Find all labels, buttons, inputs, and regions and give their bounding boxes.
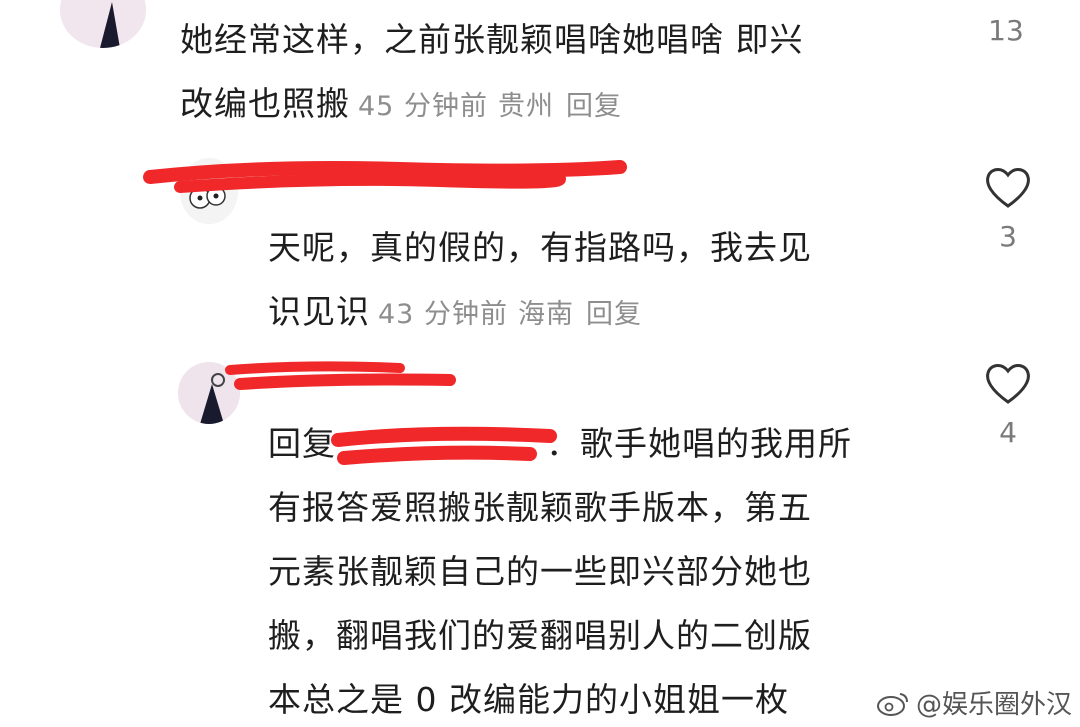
avatar-image — [178, 362, 240, 424]
comment-text-line-2: 改编也照搬 — [180, 84, 350, 123]
comment-text-line: 元素张靓颖自己的一些即兴部分她也 — [268, 552, 812, 591]
like-count: 3 — [999, 220, 1017, 253]
avatar-image — [60, 0, 146, 48]
avatar[interactable] — [178, 362, 240, 424]
heart-icon — [986, 168, 1030, 208]
comment-location: 贵州 — [497, 91, 554, 122]
like-count: 4 — [999, 416, 1017, 449]
like-button[interactable]: 4 — [978, 360, 1038, 449]
comment-text-line: 她经常这样，之前张靓颖唱啥她唱啥 即兴 — [180, 20, 804, 59]
like-button[interactable]: 3 — [978, 164, 1038, 253]
like-count: 13 — [988, 14, 1024, 47]
comment-text-line: 识见识 43 分钟前 海南 回复 — [268, 280, 948, 347]
comment-text-line: 搬，翻唱我们的爱翻唱别人的二创版 — [268, 616, 812, 655]
comment-body: 她经常这样，之前张靓颖唱啥她唱啥 即兴 改编也照搬 45 分钟前 贵州 回复 — [180, 8, 940, 139]
comment-body: 天呢，真的假的，有指路吗，我去见 识见识 43 分钟前 海南 回复 — [268, 216, 948, 347]
comment-text-line: 有报答爱照搬张靓颖歌手版本，第五 — [268, 488, 812, 527]
avatar[interactable] — [60, 0, 146, 48]
heart-icon — [986, 364, 1030, 404]
comment-meta: 45 分钟前 贵州 回复 — [358, 91, 622, 122]
comment-text-line: 改编也照搬 45 分钟前 贵州 回复 — [180, 72, 940, 139]
watermark-text: @娱乐圈外汉 — [915, 690, 1072, 720]
weibo-icon — [876, 692, 908, 716]
comment-body: 回复 ：歌手她唱的我用所 有报答爱照搬张靓颖歌手版本，第五 元素张靓颖自己的一些即… — [268, 412, 968, 727]
like-button[interactable]: 13 — [976, 14, 1036, 47]
comment-text-line: 天呢，真的假的，有指路吗，我去见 — [268, 228, 812, 267]
comment-text-line: 本总之是 0 改编能力的小姐姐一枚 — [268, 680, 789, 719]
reply-button[interactable]: 回复 — [586, 299, 642, 330]
reply-prefix: 回复 — [268, 424, 336, 463]
comment-time: 43 分钟前 — [378, 299, 508, 330]
avatar-image — [180, 158, 238, 224]
comment-location: 海南 — [517, 299, 574, 330]
comment-time: 45 分钟前 — [358, 91, 488, 122]
comment-text-line-2: 识见识 — [268, 292, 370, 331]
comment-meta: 43 分钟前 海南 回复 — [378, 299, 642, 330]
comment-text-line-1: ：歌手她唱的我用所 — [546, 424, 852, 463]
avatar[interactable] — [180, 158, 238, 224]
watermark: @娱乐圈外汉 — [876, 684, 1072, 721]
comment-text-line: 回复 ：歌手她唱的我用所 — [268, 412, 968, 476]
redacted-username — [225, 361, 456, 390]
reply-button[interactable]: 回复 — [566, 91, 622, 122]
